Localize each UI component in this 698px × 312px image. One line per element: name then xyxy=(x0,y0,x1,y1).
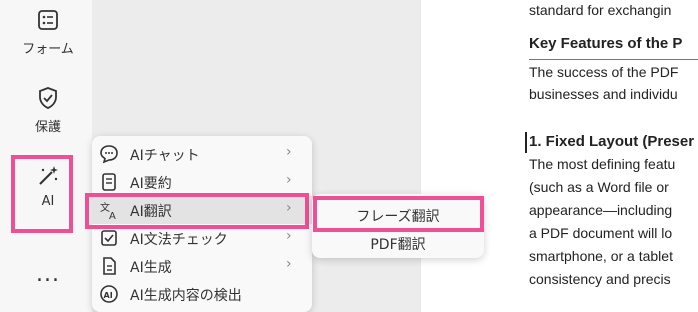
submenu-item-label: PDF翻訳 xyxy=(370,237,426,253)
form-icon xyxy=(38,10,58,30)
doc-heading: Key Features of the P xyxy=(529,35,683,52)
doc-subheading: 1. Fixed Layout (Preser xyxy=(529,133,695,150)
shield-check-icon xyxy=(39,87,57,109)
doc-text-line: (such as a Word file or xyxy=(529,179,669,195)
submenu-item-pdf-translate[interactable]: PDF翻訳 xyxy=(312,228,484,256)
document-page: standard for exchangin Key Features of t… xyxy=(421,0,698,312)
chat-bubble-icon xyxy=(100,145,118,164)
doc-text-line: smartphone, or a tablet xyxy=(529,248,673,264)
doc-text-line: consistency and precis xyxy=(529,271,671,287)
sidebar: フォーム 保護 AI ... xyxy=(0,0,92,312)
more-button[interactable]: ... xyxy=(36,262,60,287)
doc-text-line: appearance—including xyxy=(529,202,673,218)
menu-item-label: AI要約 xyxy=(130,176,172,192)
chevron-right-icon: › xyxy=(286,256,292,272)
menu-item-label: AI生成内容の検出 xyxy=(130,288,242,304)
menu-item-ai-chat[interactable]: AIチャット › xyxy=(92,140,312,168)
doc-text-line: standard for exchangin xyxy=(529,2,672,18)
menu-item-label: AI文法チェック xyxy=(130,232,228,248)
sidebar-item-protect[interactable]: 保護 xyxy=(8,84,88,135)
summary-icon xyxy=(102,173,116,191)
svg-text:AI: AI xyxy=(104,291,113,300)
menu-item-label: AI生成 xyxy=(130,260,172,276)
menu-item-ai-generate[interactable]: AI生成 › xyxy=(92,252,312,280)
document-generate-icon xyxy=(103,257,116,275)
grammar-check-icon xyxy=(101,230,117,246)
ai-highlight-box xyxy=(11,155,73,233)
sidebar-item-label: 保護 xyxy=(34,120,61,135)
doc-text-line: a PDF document will lo xyxy=(529,225,673,241)
chevron-right-icon: › xyxy=(286,144,292,160)
doc-text-line: businesses and individu xyxy=(529,86,678,102)
translate-highlight-box xyxy=(85,193,309,229)
doc-text-line: The most defining featu xyxy=(529,156,676,172)
text-cursor xyxy=(525,132,527,153)
ai-detect-icon: AI xyxy=(100,285,118,303)
doc-text-line: The success of the PDF xyxy=(529,64,679,80)
chevron-right-icon: › xyxy=(286,172,292,188)
sidebar-item-label: フォーム xyxy=(22,42,74,57)
heading-underline xyxy=(529,59,698,60)
menu-item-ai-summary[interactable]: AI要約 › xyxy=(92,168,312,196)
menu-item-ai-detect[interactable]: AI AI生成内容の検出 xyxy=(92,280,312,308)
chevron-right-icon: › xyxy=(286,228,292,244)
phrase-translate-highlight-box xyxy=(313,196,484,232)
menu-item-label: AIチャット xyxy=(130,148,200,164)
sidebar-item-form[interactable]: フォーム xyxy=(8,6,88,57)
